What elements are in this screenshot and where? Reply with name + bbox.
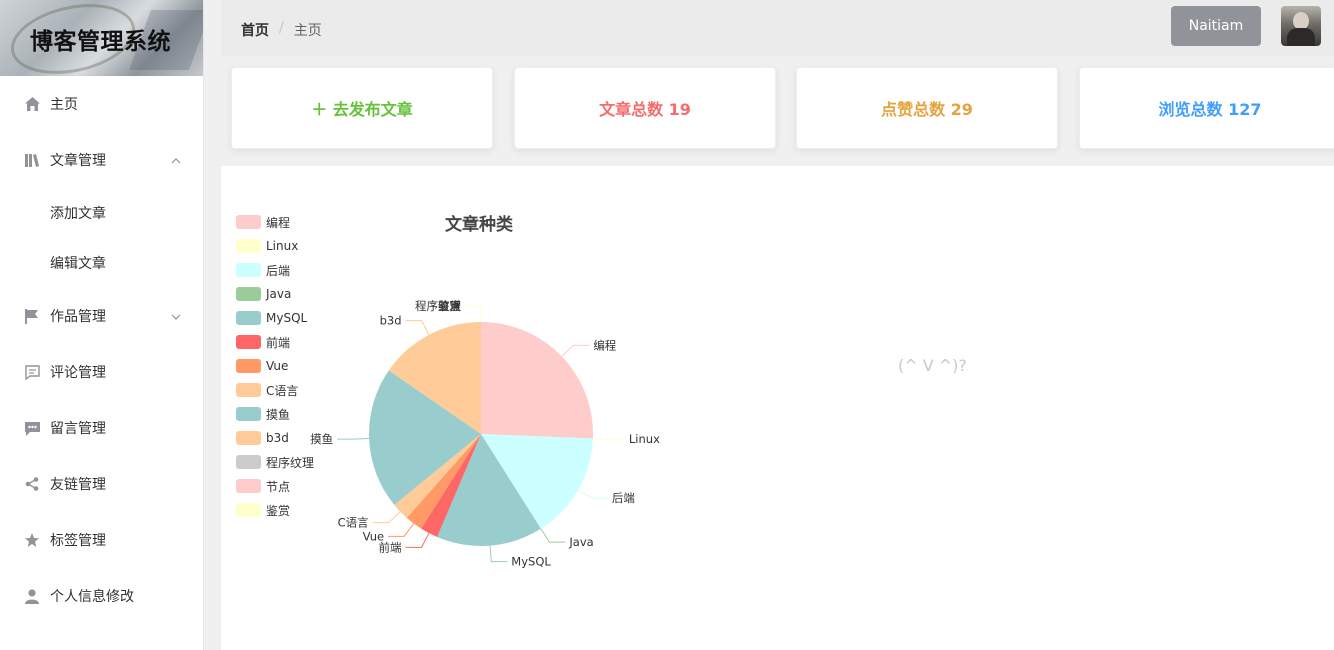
menu-label-works: 作品管理 [50,309,106,325]
pie-label: 鉴赏 [438,299,461,313]
pie-label: b3d [380,314,402,328]
pie-label: MySQL [511,555,551,569]
like-count-card[interactable]: 点赞总数 29 [796,67,1058,149]
pie-label: Linux [629,432,660,446]
menu-label-links: 友链管理 [50,477,106,493]
star-icon [24,532,40,548]
menu-item-articles[interactable]: 文章管理 [0,132,203,188]
user-icon [24,588,40,604]
submenu-item-add-article[interactable]: 添加文章 [0,188,203,238]
chevron-down-icon [171,308,181,324]
app-title: 博客管理系统 [30,29,171,55]
pie-label-line [489,545,508,563]
article-count-label: 文章总数 19 [599,100,691,119]
pie-label-line [388,523,415,537]
pie-label: Java [568,535,593,549]
pie-label-line [561,344,590,357]
publish-article-label: ＋ 去发布文章 [311,100,413,119]
pie-slice[interactable] [481,322,593,439]
message-icon [24,420,40,436]
comment-icon [24,364,40,380]
pie-label-line [540,528,566,543]
article-count-card[interactable]: 文章总数 19 [514,67,776,149]
flag-icon [24,308,40,324]
pie-label: C语言 [338,516,369,530]
pie-label: Vue [363,529,384,543]
logo-banner: 博客管理系统 [0,0,203,76]
user-name-button[interactable]: Naitiam [1171,6,1261,46]
menu-item-home[interactable]: 主页 [0,76,203,132]
submenu-item-edit-article[interactable]: 编辑文章 [0,238,203,288]
pie-label-line [465,305,482,322]
pie-label: 编程 [593,338,616,352]
sidebar: 博客管理系统 主页 文章管理 添加文章 编辑文章 作品管理 评论管理 留言管理 … [0,0,204,650]
menu-label-comments: 评论管理 [50,365,106,381]
menu-item-comments[interactable]: 评论管理 [0,344,203,400]
publish-article-card[interactable]: ＋ 去发布文章 [231,67,493,149]
pie-label-line [465,305,482,322]
menu-item-works[interactable]: 作品管理 [0,288,203,344]
breadcrumb: 首页 / 主页 [241,20,322,40]
top-header: 首页 / 主页 Naitiam [221,0,1334,56]
pie-label-line [405,320,430,336]
sidebar-menu: 主页 文章管理 添加文章 编辑文章 作品管理 评论管理 留言管理 友链管理 标签… [0,76,203,624]
pie-label-line [405,532,430,548]
menu-item-profile[interactable]: 个人信息修改 [0,568,203,624]
home-icon [24,96,40,112]
pie-label-line [592,438,625,440]
empty-placeholder-text: (^ V ^)? [898,356,967,375]
menu-item-tags[interactable]: 标签管理 [0,512,203,568]
pie-label-line [337,438,370,440]
pie-label: 后端 [612,491,635,505]
avatar[interactable] [1281,6,1321,46]
menu-label-profile: 个人信息修改 [50,589,134,605]
stat-cards: ＋ 去发布文章 文章总数 19 点赞总数 29 浏览总数 127 [221,56,1334,166]
share-icon [24,476,40,492]
menu-item-messages[interactable]: 留言管理 [0,400,203,456]
view-count-card[interactable]: 浏览总数 127 [1079,67,1334,149]
breadcrumb-current: 主页 [293,23,322,39]
view-count-label: 浏览总数 127 [1158,100,1262,119]
book-icon [24,152,40,168]
menu-label-home: 主页 [50,97,78,113]
menu-item-links[interactable]: 友链管理 [0,456,203,512]
like-count-label: 点赞总数 29 [881,100,973,119]
breadcrumb-home[interactable]: 首页 [241,20,269,40]
breadcrumb-separator: / [279,20,284,36]
pie-chart: 编程Linux后端JavaMySQL前端VueC语言摸鱼b3d程序纹理节点鉴赏 [310,299,660,569]
pie-label-line [372,511,401,524]
menu-label-messages: 留言管理 [50,421,106,437]
main-panel: 文章种类 编程 Linux 后端 Java MySQL 前端 Vue C语言 摸鱼 b3d 程序纹理… [221,166,1334,650]
pie-label-line [465,305,482,322]
pie-label-line [577,489,608,499]
chevron-up-icon [171,152,181,168]
pie-label: 摸鱼 [310,432,333,446]
menu-label-articles: 文章管理 [50,153,106,169]
menu-label-tags: 标签管理 [50,533,106,549]
